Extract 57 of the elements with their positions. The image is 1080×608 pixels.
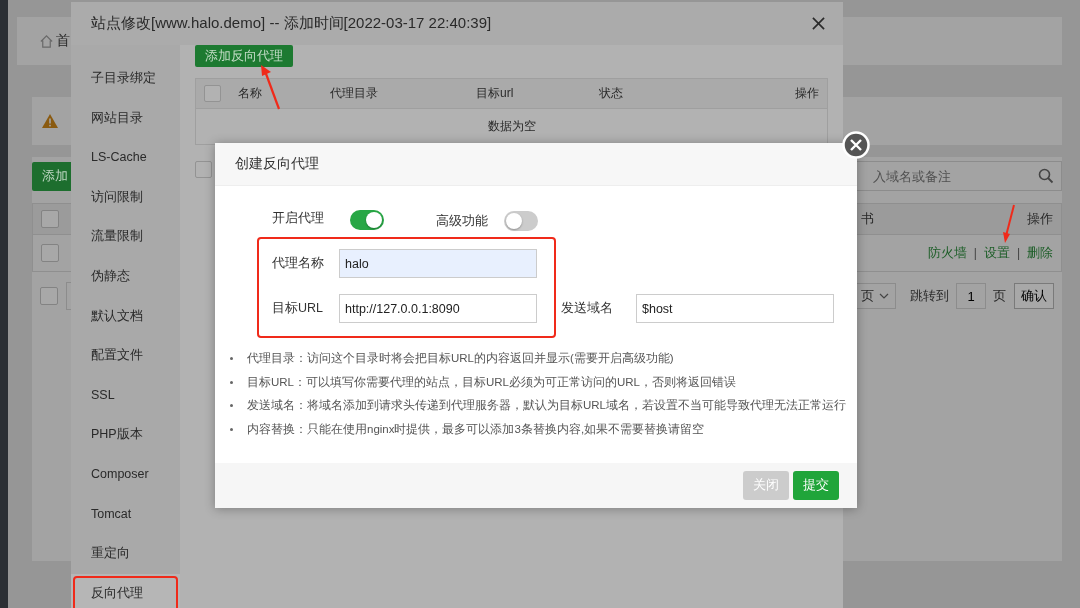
sidebar-item[interactable]: 子目录绑定	[71, 59, 180, 99]
chevron-icon	[879, 293, 889, 299]
text-field[interactable]: $host	[636, 294, 834, 323]
toggle-switch[interactable]	[504, 211, 538, 231]
field-label: 代理名称	[271, 255, 325, 272]
column-header: 代理目录	[330, 85, 379, 102]
dialog-title: 站点修改[www.halo.demo] -- 添加时间[2022-03-17 22:40:39]	[91, 14, 492, 33]
action-link[interactable]: 删除	[1027, 244, 1053, 262]
help-note: 代理目录：访问这个目录时将会把目标URL的内容返回并显示(需要开启高级功能)	[247, 351, 674, 367]
goto-label: 跳转到	[910, 287, 949, 305]
sidebar-item[interactable]: 配置文件	[71, 336, 180, 376]
sidebar-item[interactable]: 重定向	[71, 534, 180, 574]
checkbox[interactable]	[41, 210, 59, 228]
help-note: 发送域名：将域名添加到请求头传递到代理服务器，默认为目标URL域名，若设置不当可能导致代理无法正常运行	[247, 398, 846, 414]
checkbox[interactable]	[40, 287, 58, 305]
add-proxy-button[interactable]: 添加反向代理	[195, 45, 293, 67]
checkbox[interactable]	[204, 85, 221, 102]
separator: |	[1016, 246, 1020, 260]
toggle-switch[interactable]	[350, 210, 384, 230]
field-label: 发送域名	[561, 300, 613, 317]
sidebar-item[interactable]: Composer	[71, 454, 180, 495]
help-note: 内容替换：只能在使用nginx时提供，最多可以添加3条替换内容,如果不需要替换请留空	[247, 421, 705, 437]
confirm-button[interactable]: 确认	[1014, 283, 1054, 309]
text-field[interactable]: halo	[339, 249, 537, 278]
empty-message: 数据为空	[487, 118, 536, 135]
search-icon[interactable]	[1038, 168, 1054, 184]
submit-button[interactable]: 提交	[793, 471, 839, 500]
column-header: 状态	[599, 85, 624, 102]
sidebar-item[interactable]: 反向代理	[71, 573, 180, 608]
column-header: 名称	[238, 85, 263, 102]
column-header: 操作	[795, 85, 819, 102]
sidebar-item[interactable]: 流量限制	[71, 217, 180, 257]
sidebar-item[interactable]: PHP版本	[71, 415, 180, 455]
separator: |	[973, 246, 977, 260]
column-header: 目标url	[476, 85, 515, 102]
field-label: 目标URL	[271, 300, 324, 317]
sidebar-item[interactable]: Tomcat	[71, 494, 180, 535]
help-note: 目标URL：可以填写你需要代理的站点，目标URL必须为可正常访问的URL，否则将返回错误	[247, 374, 737, 390]
close-icon[interactable]	[812, 17, 825, 30]
sidebar-item[interactable]: 网站目录	[71, 98, 180, 139]
toggle-label: 开启代理	[272, 209, 324, 227]
warning-icon	[42, 114, 58, 128]
column-header: 书	[861, 210, 874, 228]
breadcrumb-link[interactable]: 首	[56, 32, 70, 50]
dialog-title: 创建反向代理	[235, 155, 319, 173]
action-link[interactable]: 设置	[983, 244, 1010, 262]
sidebar-item[interactable]: 默认文档	[71, 296, 180, 337]
page-input[interactable]: 1	[956, 283, 986, 309]
text-field[interactable]: http://127.0.0.1:8090	[339, 294, 537, 323]
page-unit-label: 页	[993, 287, 1006, 305]
sidebar-item[interactable]: SSL	[71, 375, 180, 416]
toggle-label: 高级功能	[436, 212, 488, 230]
sidebar-item[interactable]: 伪静态	[71, 256, 180, 297]
checkbox[interactable]	[195, 161, 212, 178]
column-header: 操作	[1027, 210, 1053, 228]
checkbox[interactable]	[41, 244, 59, 262]
home-icon[interactable]	[39, 33, 54, 49]
